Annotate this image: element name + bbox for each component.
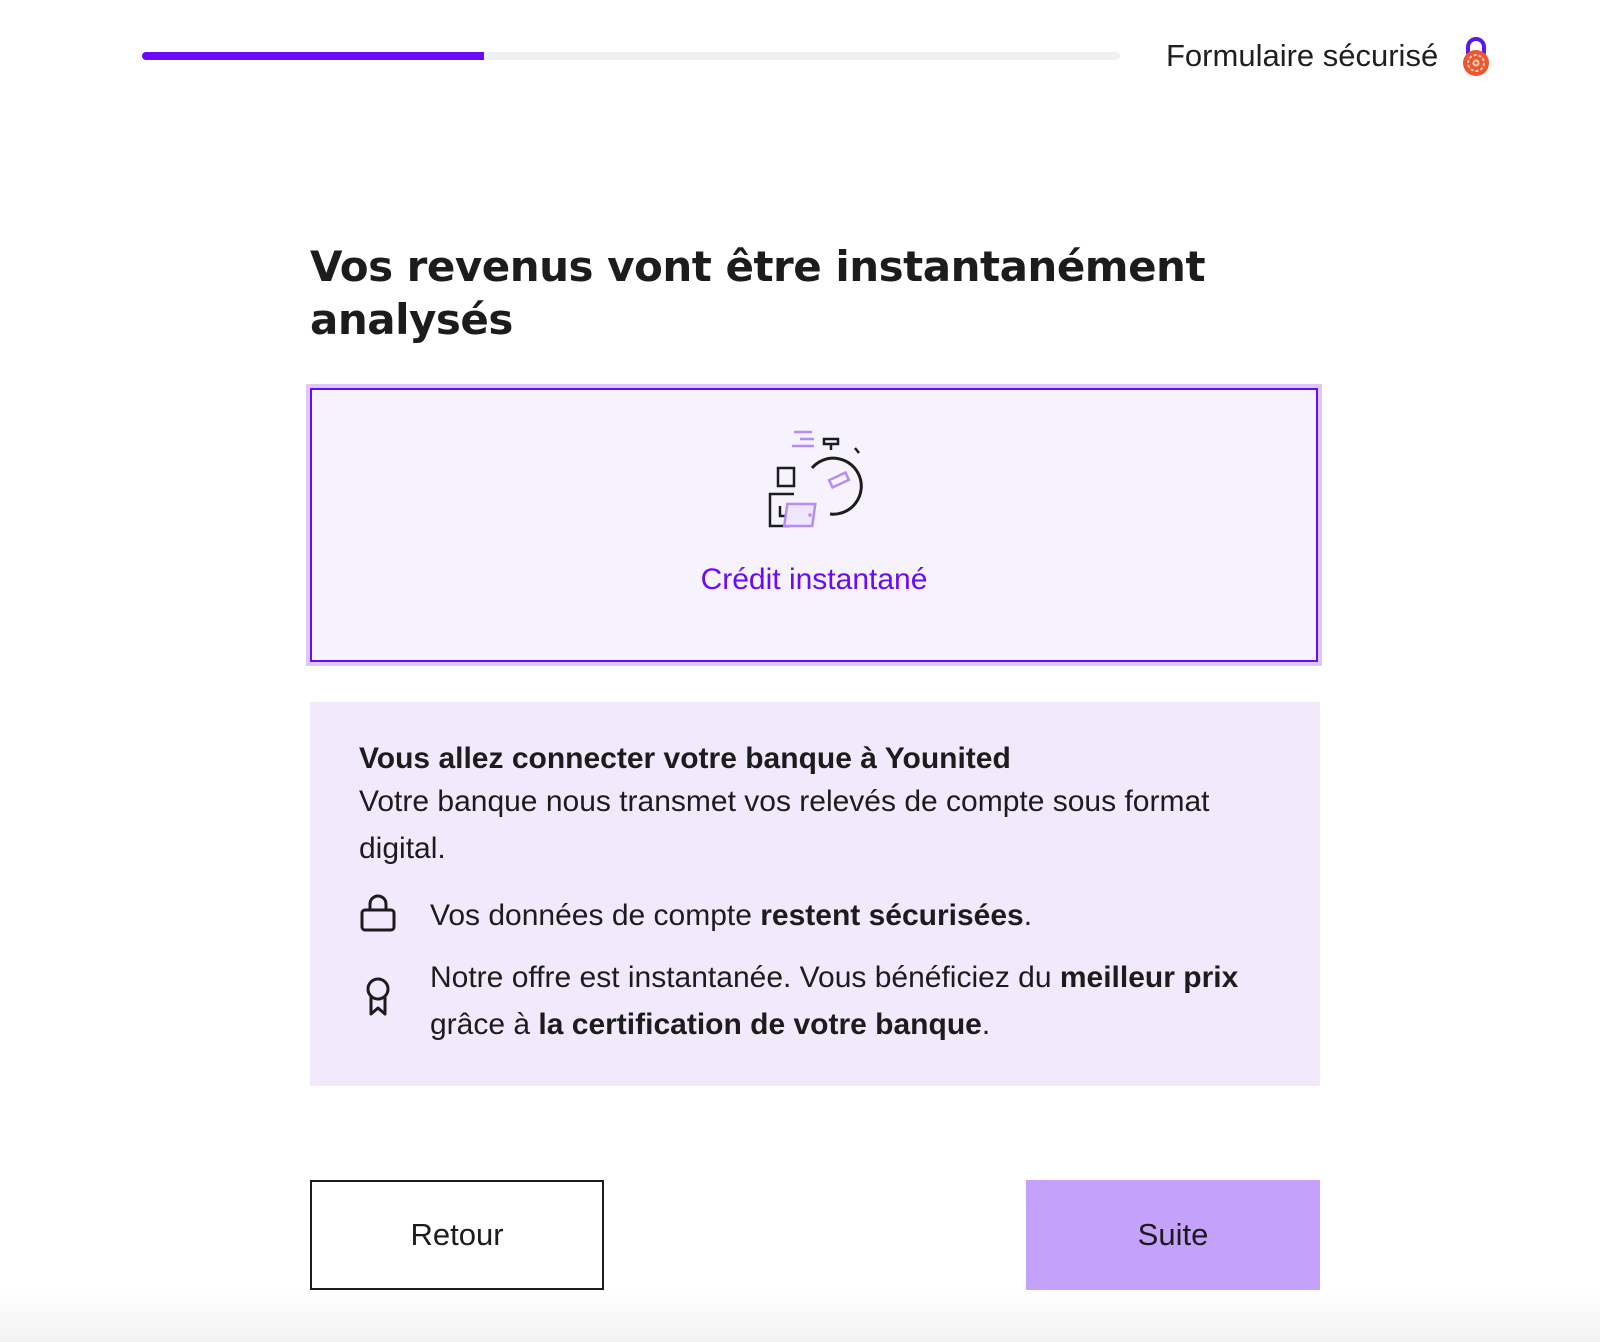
info-panel: Vous allez connecter votre banque à Youn… (310, 702, 1320, 1086)
padlock-badge-icon (1463, 37, 1489, 76)
row-text-emphasis: meilleur prix (1059, 961, 1239, 994)
row-text-emphasis: la certification de votre banque (538, 1008, 982, 1041)
secure-form-label: Formulaire sécurisé (1166, 38, 1439, 73)
info-row-text: Vos données de compte restent sécurisées… (430, 892, 1280, 939)
info-title: Vous allez connecter votre banque à Youn… (359, 742, 1011, 775)
row-text-part: grâce à (430, 1008, 539, 1041)
progress-bar-fill (142, 52, 485, 60)
row-text-part: Vos données de compte (430, 899, 761, 932)
next-button[interactable]: Suite (1026, 1180, 1320, 1290)
row-text-emphasis: restent sécurisées (760, 899, 1024, 932)
page-title: Vos revenus vont être instantanément ana… (310, 242, 1206, 344)
info-row-security: Vos données de compte restent sécurisées… (359, 892, 1280, 939)
info-row-best-price: Notre offre est instantanée. Vous bénéfi… (359, 954, 1280, 1048)
instant-credit-option[interactable]: Crédit instantané (310, 388, 1318, 662)
progress-bar (142, 52, 1120, 60)
header: Formulaire sécurisé (0, 0, 1600, 120)
info-text: Votre banque nous transmet vos relevés d… (359, 785, 1210, 865)
bottom-fade (0, 1290, 1600, 1342)
row-text-part: Notre offre est instantanée. Vous bénéfi… (430, 961, 1060, 994)
row-text-part: . (1023, 899, 1033, 932)
info-row-text: Notre offre est instantanée. Vous bénéfi… (430, 954, 1280, 1048)
back-button[interactable]: Retour (310, 1180, 604, 1290)
lock-icon (360, 894, 396, 932)
stopwatch-documents-icon (768, 430, 863, 528)
row-text-part: . (981, 1008, 991, 1041)
option-label: Crédit instantané (700, 563, 928, 596)
award-ribbon-icon (366, 977, 390, 1016)
main-content: Vos revenus vont être instantanément ana… (310, 240, 1322, 1290)
